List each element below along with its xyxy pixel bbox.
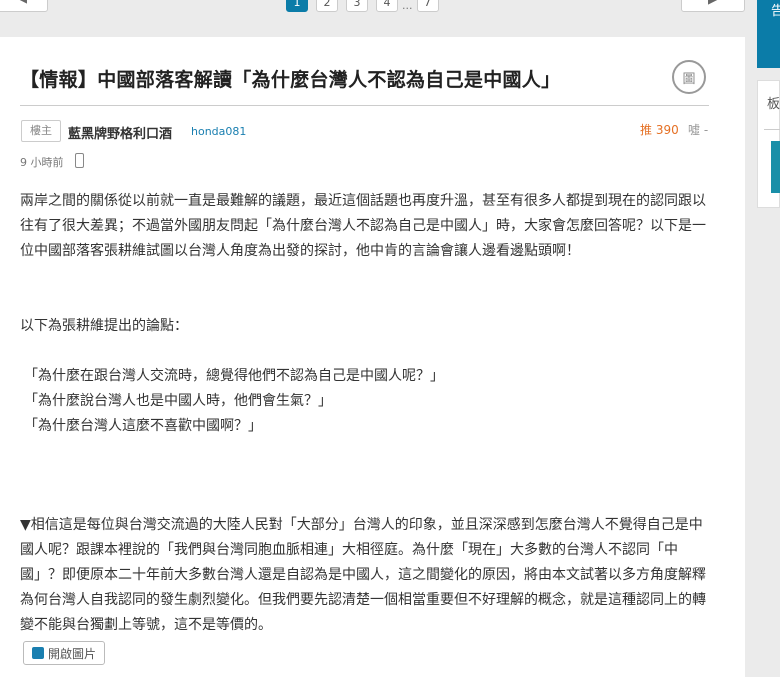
page-4-button[interactable]: 4 [376, 0, 398, 12]
page-1-button[interactable]: 1 [286, 0, 308, 12]
quote-item: 「為什麼台灣人這麼不喜歡中國啊？」 [24, 418, 262, 434]
sidebar-top-label: 告 [771, 4, 780, 19]
pagination: 1 2 3 4 ... 7 [286, 0, 439, 12]
sidebar-panel: 板 [757, 80, 780, 208]
post-paragraph-2: 以下為張耕維提出的論點： [20, 318, 188, 334]
push-count[interactable]: 推 390 [640, 121, 679, 138]
image-mode-icon: 圖 [682, 71, 696, 87]
pagination-ellipsis: ... [402, 0, 413, 12]
arrow-right-icon: ▶ [708, 0, 718, 7]
quote-item: 「為什麼說台灣人也是中國人時，他們會生氣？」 [24, 393, 332, 409]
divider [764, 129, 780, 130]
mobile-icon [75, 153, 84, 168]
sidebar-top-tab[interactable]: 告 [757, 0, 780, 68]
quote-list: 「為什麼在跟台灣人交流時，總覺得他們不認為自己是中國人呢？」 「為什麼說台灣人也… [24, 364, 444, 439]
author-id[interactable]: honda081 [191, 125, 246, 138]
sidebar-thumbnail[interactable] [771, 141, 780, 193]
boo-count[interactable]: 噓 - [688, 121, 708, 138]
arrow-left-icon: ◀ [17, 0, 27, 6]
last-page-button[interactable]: 7 [416, 0, 439, 12]
quote-item: 「為什麼在跟台灣人交流時，總覺得他們不認為自己是中國人呢？」 [24, 368, 444, 384]
image-icon [32, 647, 44, 659]
previous-page-button[interactable]: ◀ [0, 0, 48, 12]
page-3-button[interactable]: 3 [346, 0, 368, 12]
post-time: 9 小時前 [20, 156, 64, 169]
next-page-button[interactable]: ▶ [681, 0, 745, 12]
open-images-button[interactable]: 開啟圖片 [23, 641, 105, 665]
post-paragraph-3: ▼相信這是每位與台灣交流過的大陸人民對「大部分」台灣人的印象，並且深深感到怎麼台… [20, 517, 706, 633]
divider [20, 105, 709, 106]
page-2-button[interactable]: 2 [316, 0, 338, 12]
top-navigation: ◀ 1 2 3 4 ... 7 ▶ [0, 0, 745, 14]
post-card: 【情報】中國部落客解讀「為什麼台灣人不認為自己是中國人」 圖 樓主 藍黑牌野格利… [0, 37, 745, 677]
post-paragraph-1: 兩岸之間的關係從以前就一直是最難解的議題，最近這個話題也再度升溫，甚至有很多人都… [20, 193, 706, 259]
image-mode-button[interactable]: 圖 [672, 60, 706, 94]
author-name[interactable]: 藍黑牌野格利口酒 [68, 123, 172, 142]
post-title: 【情報】中國部落客解讀「為什麼台灣人不認為自己是中國人」 [20, 69, 561, 91]
sidebar-panel-label: 板 [767, 97, 780, 112]
author-badge: 樓主 [21, 120, 61, 142]
